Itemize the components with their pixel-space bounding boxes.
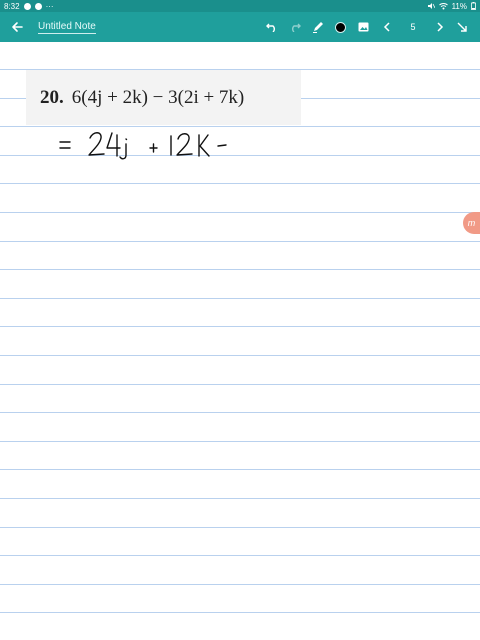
- side-panel-tab[interactable]: m: [463, 212, 480, 234]
- undo-icon: [265, 23, 275, 32]
- more-icon: ···: [45, 1, 54, 11]
- chat-icon: [34, 2, 42, 10]
- collapse-icon: [457, 22, 467, 32]
- pen-button[interactable]: [306, 12, 329, 42]
- wifi-icon: [438, 3, 448, 10]
- image-icon: [358, 22, 369, 32]
- ink-digit-2: [88, 132, 105, 156]
- next-page-icon: [436, 22, 443, 32]
- battery-percent: 11%: [451, 1, 467, 11]
- ink-letter-j: [119, 143, 127, 160]
- prev-page-button[interactable]: [375, 12, 398, 42]
- arrow-left-icon: [12, 22, 23, 32]
- prev-page-icon: [383, 22, 390, 32]
- battery-icon: [471, 2, 476, 10]
- ink-letter-j-dot: [125, 138, 128, 141]
- status-bar: 8:32 ··· 11%: [0, 0, 480, 12]
- ink-plus: [149, 143, 158, 153]
- mute-icon: [427, 3, 435, 9]
- color-swatch: [335, 21, 346, 33]
- redo-icon: [291, 23, 301, 32]
- toolbar-tools: 5: [260, 12, 474, 42]
- insert-image-button[interactable]: [352, 12, 375, 42]
- pen-icon: [312, 22, 323, 33]
- chat-icon: [23, 2, 31, 10]
- color-picker-button[interactable]: [329, 12, 352, 42]
- ink-minus: [217, 144, 227, 147]
- redo-button[interactable]: [283, 12, 306, 42]
- side-tab-label: m: [467, 218, 476, 228]
- page-number[interactable]: 5: [398, 22, 428, 32]
- app-toolbar: Untitled Note 5: [0, 12, 480, 42]
- ink-digit-4: [106, 132, 121, 157]
- note-canvas[interactable]: 20. 6(4j + 2k) − 3(2i + 7k) m: [0, 42, 480, 640]
- ink-digit-2b: [176, 133, 193, 156]
- back-button[interactable]: [0, 12, 34, 42]
- note-title[interactable]: Untitled Note: [38, 21, 96, 34]
- status-time: 8:32: [4, 1, 20, 11]
- next-page-button[interactable]: [428, 12, 451, 42]
- undo-button[interactable]: [260, 12, 283, 42]
- ink-letter-k: [198, 134, 210, 157]
- collapse-button[interactable]: [451, 12, 474, 42]
- handwriting-ink: [59, 132, 227, 160]
- status-right: 11%: [427, 2, 476, 11]
- ink-equals: [59, 141, 71, 149]
- status-left: 8:32 ···: [4, 2, 54, 11]
